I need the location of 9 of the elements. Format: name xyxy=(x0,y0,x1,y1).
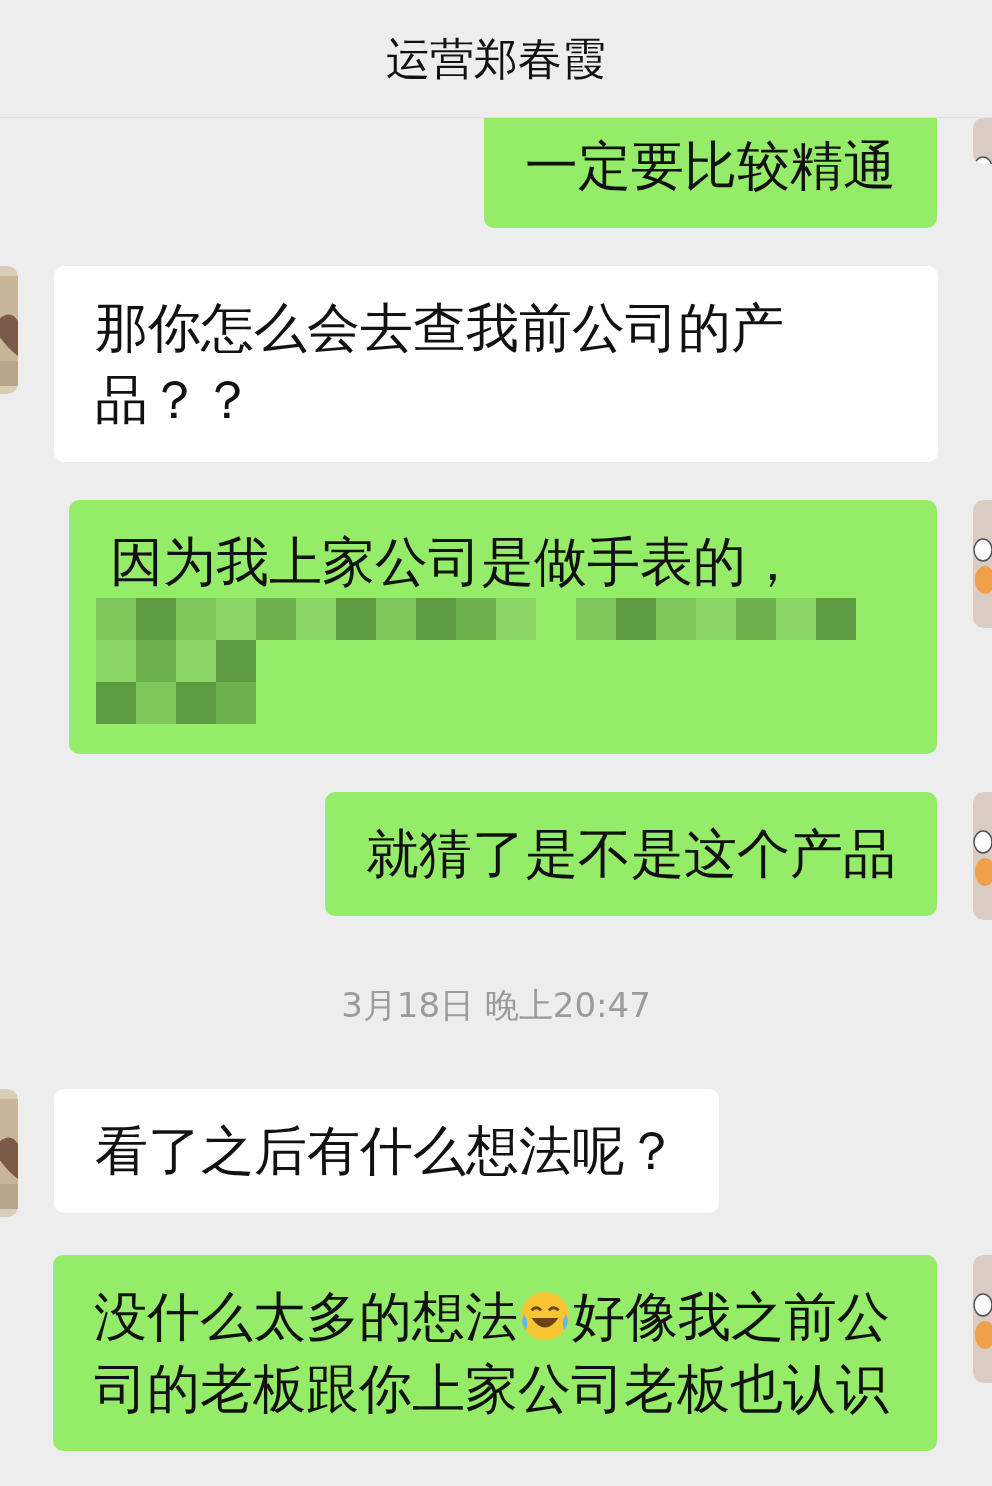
message-bubble: 看了之后有什么想法呢？ xyxy=(54,1089,719,1213)
message-bubble: 一定要比较精通 xyxy=(484,118,937,228)
message-bubble: 就猜了是不是这个产品 xyxy=(325,792,937,916)
message-bubble: 没什么太多的想法 好像我之前公司的老板跟你上家公司老板也认识 xyxy=(53,1255,937,1451)
laughing-emoji-icon xyxy=(518,1289,572,1343)
message-bubble: 因为我上家公司是做手表的， xyxy=(69,500,937,754)
chat-title: 运营郑春霞 xyxy=(386,31,606,86)
message-bubble: 那你怎么会去查我前公司的产品？？ xyxy=(54,266,938,462)
timestamp: 3月18日 晚上20:47 xyxy=(341,984,651,1027)
